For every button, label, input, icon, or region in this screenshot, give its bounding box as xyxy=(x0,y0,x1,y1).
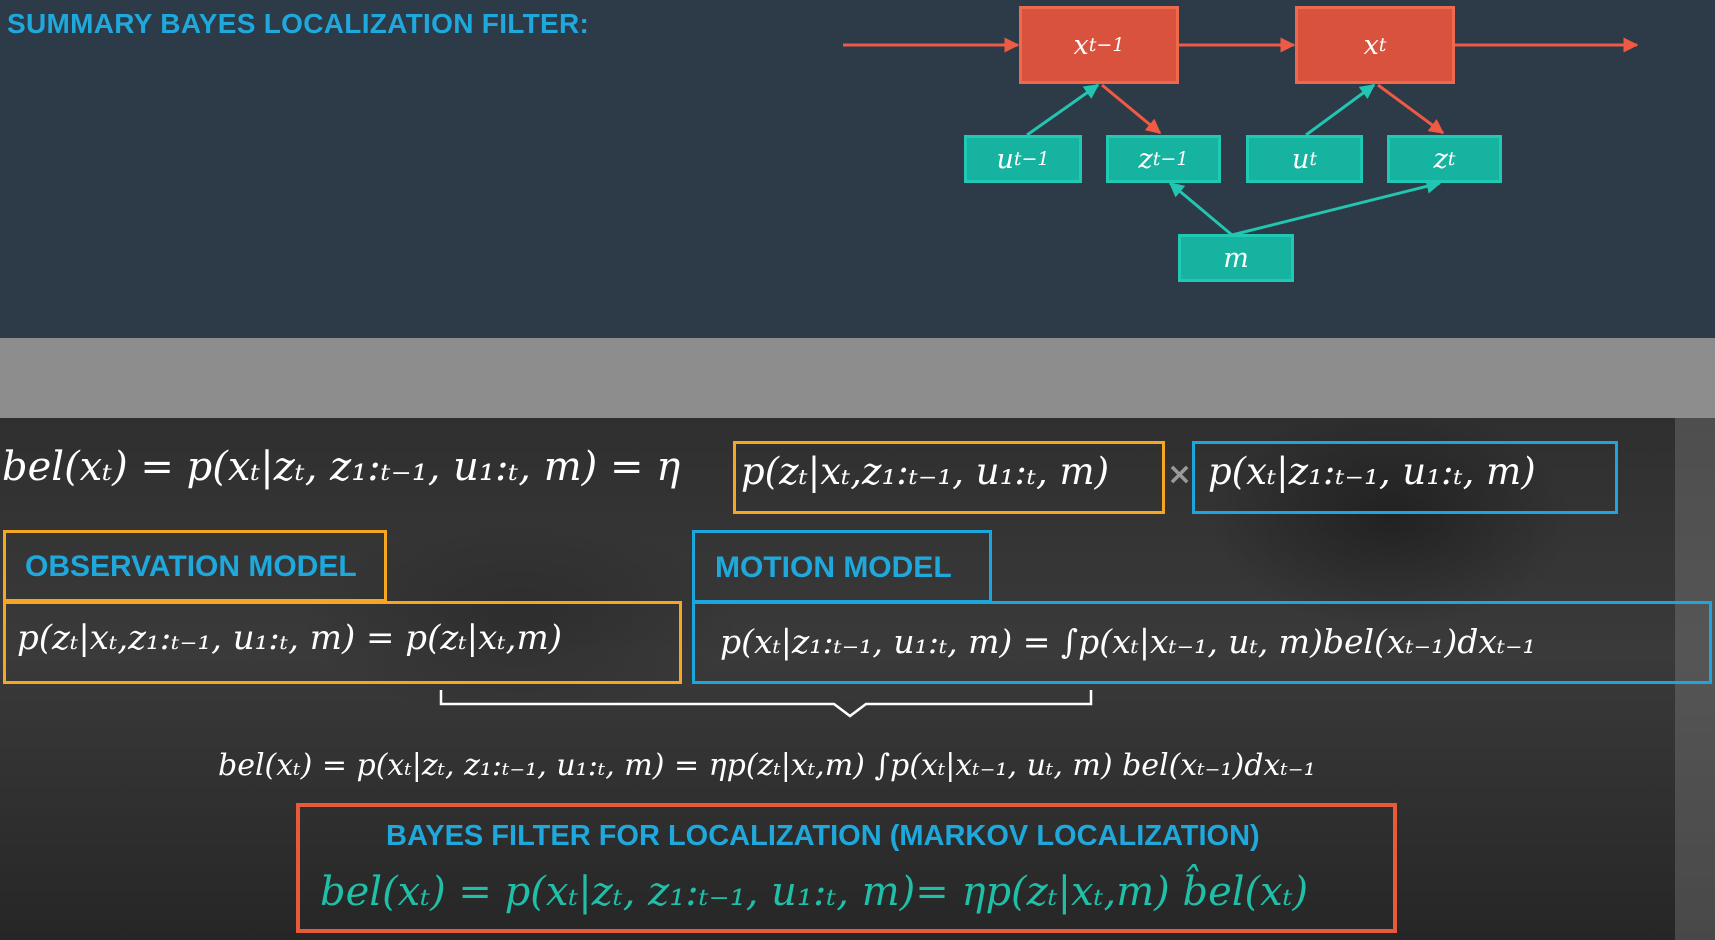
arrow-m-to-z-prev xyxy=(1168,181,1233,237)
node-z-prev-symbol: z xyxy=(1138,143,1153,175)
node-z-prev: z t−1 xyxy=(1106,135,1221,183)
node-z-cur: zt xyxy=(1387,135,1502,183)
node-u-cur: ut xyxy=(1246,135,1363,183)
node-x-cur: xt xyxy=(1295,6,1455,84)
node-z-prev-subscript: t−1 xyxy=(1152,148,1189,170)
arrow-m-to-z-cur xyxy=(1231,178,1442,237)
node-m: m xyxy=(1178,234,1294,282)
node-u-prev-subscript: t−1 xyxy=(1013,148,1050,170)
final-equation-label: BAYES FILTER FOR LOCALIZATION (MARKOV LO… xyxy=(386,820,1260,852)
node-u-cur-subscript: t xyxy=(1309,148,1318,170)
gray-band xyxy=(0,338,1715,418)
observation-arrows xyxy=(1026,83,1442,237)
node-x-prev: x t−1 xyxy=(1019,6,1179,84)
times-symbol: × xyxy=(1167,457,1193,492)
observation-model-label: OBSERVATION MODEL xyxy=(25,550,357,583)
node-x-prev-subscript: t−1 xyxy=(1088,34,1125,56)
motion-model-equation: p(xₜ|z₁:ₜ₋₁, u₁:ₜ, m) = ∫p(xₜ|xₜ₋₁, uₜ, … xyxy=(720,622,1536,661)
node-u-cur-symbol: u xyxy=(1291,143,1310,175)
arrow-u-cur-to-x-cur xyxy=(1305,83,1376,137)
final-equation: bel(xₜ) = p(xₜ|zₜ, z₁:ₜ₋₁, u₁:ₜ, m)= ηp(… xyxy=(320,869,1309,915)
node-u-prev-symbol: u xyxy=(996,143,1014,175)
node-x-prev-symbol: x xyxy=(1073,29,1089,61)
node-z-cur-subscript: t xyxy=(1447,148,1456,170)
combined-equation: bel(xₜ) = p(xₜ|zₜ, z₁:ₜ₋₁, u₁:ₜ, m) = ηp… xyxy=(218,748,1316,783)
node-z-cur-symbol: z xyxy=(1433,143,1448,175)
node-x-cur-symbol: x xyxy=(1363,29,1379,61)
node-u-prev: u t−1 xyxy=(964,135,1082,183)
node-x-cur-subscript: t xyxy=(1378,34,1387,56)
main-motion-term: p(xₜ|z₁:ₜ₋₁, u₁:ₜ, m) xyxy=(1208,450,1536,493)
main-observation-term: p(zₜ|xₜ,z₁:ₜ₋₁, u₁:ₜ, m) xyxy=(741,450,1110,493)
arrow-u-prev-to-x-prev xyxy=(1026,83,1100,137)
combine-bracket xyxy=(439,690,1093,718)
arrow-x-prev-to-z-prev xyxy=(1101,83,1162,135)
arrow-x-cur-to-z-cur xyxy=(1377,83,1445,135)
observation-model-equation: p(zₜ|xₜ,z₁:ₜ₋₁, u₁:ₜ, m) = p(zₜ|xₜ,m) xyxy=(17,618,562,658)
state-arrows xyxy=(843,37,1639,135)
main-equation-lhs: bel(xₜ) = p(xₜ|zₜ, z₁:ₜ₋₁, u₁:ₜ, m) = η xyxy=(2,444,681,490)
motion-model-label: MOTION MODEL xyxy=(715,551,952,584)
node-m-symbol: m xyxy=(1223,242,1249,274)
